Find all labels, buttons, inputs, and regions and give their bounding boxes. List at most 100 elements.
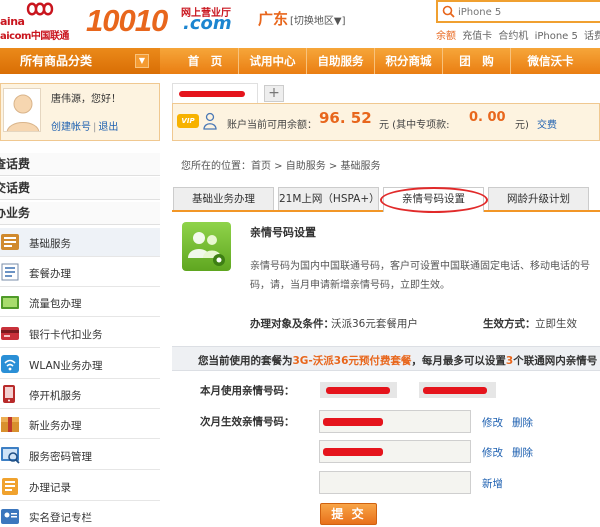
all-products-menu[interactable]: 所有商品分类 ▼: [0, 48, 160, 74]
nav-item-group-buy[interactable]: 团 购: [442, 48, 510, 74]
region-switch-link[interactable]: [切换地区▼]: [290, 12, 346, 27]
family-number-field-empty[interactable]: [319, 471, 471, 494]
region-name: 广东: [258, 10, 289, 28]
current-family-number: [419, 382, 496, 398]
current-numbers-label: 本月使用亲情号码：: [200, 385, 295, 397]
sidebar-item-label: 实名登记专栏: [29, 512, 92, 524]
delete-link[interactable]: 删除: [512, 445, 533, 460]
avatar: [3, 88, 41, 132]
redacted-phone-number: [323, 448, 383, 456]
submit-button[interactable]: 提 交: [320, 503, 377, 525]
wlan-icon: [1, 355, 19, 373]
person-icon: [203, 112, 217, 130]
header: aina aicom中国联通 10010 网上营业厅 .com 广东 [切换地区…: [0, 0, 600, 44]
tab-family-number[interactable]: 亲情号码设置: [383, 187, 484, 212]
add-account-button[interactable]: +: [264, 85, 284, 102]
search-input[interactable]: [458, 3, 598, 21]
brand-number: 10010: [86, 3, 168, 38]
hotword-link[interactable]: iPhone 5: [535, 31, 578, 42]
sidebar-category-services[interactable]: 办业务: [0, 202, 160, 225]
brand-domain: .com: [183, 13, 232, 34]
sidebar-item-bank-card[interactable]: 银行卡代扣业务: [0, 319, 160, 348]
tab-21m-hspa[interactable]: 21M上网（HSPA+）: [278, 187, 380, 210]
real-name-icon: [1, 509, 19, 524]
password-icon: [1, 447, 20, 464]
sidebar-item-password[interactable]: 服务密码管理: [0, 441, 160, 470]
hot-search-words: 余额 充值卡 合约机 iPhone 5 话费 查: [436, 27, 600, 42]
sidebar-item-label: 银行卡代扣业务: [29, 329, 103, 341]
nav-item-home[interactable]: 首 页: [172, 48, 238, 74]
sidebar-item-new-service[interactable]: 新业务办理: [0, 410, 160, 439]
suspend-service-icon: [3, 385, 15, 403]
plan-notice-bar: 您当前使用的套餐为3G-沃派36元预付费套餐，每月最多可以设置3个联通网内亲情号: [172, 346, 600, 371]
nav-item-trial[interactable]: 试用中心: [238, 48, 306, 74]
unicom-knot-icon: [26, 2, 54, 16]
pay-link[interactable]: 交费: [537, 116, 557, 131]
redacted-phone-number: [423, 387, 487, 394]
main-nav: 所有商品分类 ▼ 首 页 试用中心 自助服务 积分商城 团 购 微信沃卡: [0, 48, 600, 74]
delete-link[interactable]: 删除: [512, 415, 533, 430]
sidebar-category-query-bill[interactable]: 查话费: [0, 153, 160, 176]
modify-link[interactable]: 修改: [482, 415, 503, 430]
logo-text-bottom: aicom中国联通: [0, 31, 69, 42]
nav-item-self-service[interactable]: 自助服务: [306, 48, 374, 74]
condition-value: 沃派36元套餐用户: [331, 318, 418, 330]
effect-value: 立即生效: [535, 318, 577, 330]
balance-value: 96. 52: [319, 109, 372, 127]
service-description: 亲情号码为国内中国联通号码，客户可设置中国联通固定电话、移动电话的号码，请，当月…: [250, 261, 590, 291]
nav-item-wechat-card[interactable]: 微信沃卡: [510, 48, 590, 74]
user-greeting: 唐伟源，您好！: [51, 94, 121, 105]
link-separator: |: [93, 122, 97, 133]
hotword-link[interactable]: 余额: [436, 31, 456, 42]
chevron-down-icon[interactable]: ▼: [135, 54, 149, 68]
tab-basic-business[interactable]: 基础业务办理: [173, 187, 274, 210]
balance-label: 账户当前可用余额：: [227, 120, 317, 131]
service-title: 亲情号码设置: [250, 226, 316, 239]
sidebar-item-label: 停开机服务: [29, 390, 82, 402]
sidebar-category-pay-bill[interactable]: 交话费: [0, 177, 160, 200]
sidebar-item-real-name[interactable]: 实名登记专栏: [0, 502, 160, 527]
user-links: 创建帐号 | 退出: [51, 118, 118, 133]
effect-label: 生效方式：: [483, 318, 536, 330]
redacted-phone-number: [326, 387, 390, 394]
user-card: 唐伟源，您好！ 创建帐号 | 退出: [0, 83, 160, 141]
notice-part: 个联通网内亲情号: [513, 355, 598, 367]
account-tabstrip: +: [172, 83, 600, 103]
search-box: [436, 0, 600, 23]
nav-item-points-mall[interactable]: 积分商城: [374, 48, 442, 74]
family-number-service-icon: [182, 222, 231, 271]
tab-network-age-upgrade[interactable]: 网龄升级计划: [488, 187, 589, 210]
search-icon[interactable]: [442, 5, 455, 18]
sidebar-item-basic-service[interactable]: 基础服务: [0, 228, 160, 257]
redacted-phone-number: [179, 91, 245, 97]
sidebar-item-records[interactable]: 办理记录: [0, 472, 160, 501]
add-link[interactable]: 新增: [482, 476, 503, 491]
breadcrumb-self-service[interactable]: 自助服务: [286, 161, 326, 172]
sidebar-item-suspend[interactable]: 停开机服务: [0, 380, 160, 409]
brand-10010[interactable]: 10010 网上营业厅 .com: [86, 2, 246, 40]
hotword-link[interactable]: 合约机: [498, 31, 528, 42]
special-fund-unit: 元): [515, 120, 529, 131]
family-number-field[interactable]: [319, 410, 471, 433]
sidebar-item-data-package[interactable]: 流量包办理: [0, 288, 160, 317]
user-avatar-icon: [7, 94, 39, 131]
new-service-icon: [1, 417, 19, 432]
breadcrumb-prefix: 您所在的位置：: [181, 161, 251, 172]
family-number-field[interactable]: [319, 440, 471, 463]
breadcrumb-home[interactable]: 首页: [251, 161, 271, 172]
plan-notice-text: 您当前使用的套餐为3G-沃派36元预付费套餐，每月最多可以设置3个联通网内亲情号: [198, 353, 597, 368]
sidebar-item-wlan[interactable]: WLAN业务办理: [0, 350, 160, 379]
modify-link[interactable]: 修改: [482, 445, 503, 460]
bind-account-link[interactable]: 创建帐号: [51, 122, 91, 133]
breadcrumb-current: 基础服务: [340, 161, 381, 172]
hotword-link[interactable]: 话费: [584, 31, 600, 42]
logout-link[interactable]: 退出: [98, 122, 118, 133]
china-unicom-logo[interactable]: aina aicom中国联通: [0, 0, 82, 44]
account-number-tab[interactable]: [172, 83, 258, 103]
sidebar-item-plan[interactable]: 套餐办理: [0, 258, 160, 287]
all-products-label: 所有商品分类: [20, 54, 93, 68]
bank-card-icon: [1, 327, 19, 340]
hotword-link[interactable]: 充值卡: [462, 31, 492, 42]
sidebar-item-label: 办理记录: [29, 482, 71, 494]
special-fund-value: 0. 00: [469, 110, 506, 125]
